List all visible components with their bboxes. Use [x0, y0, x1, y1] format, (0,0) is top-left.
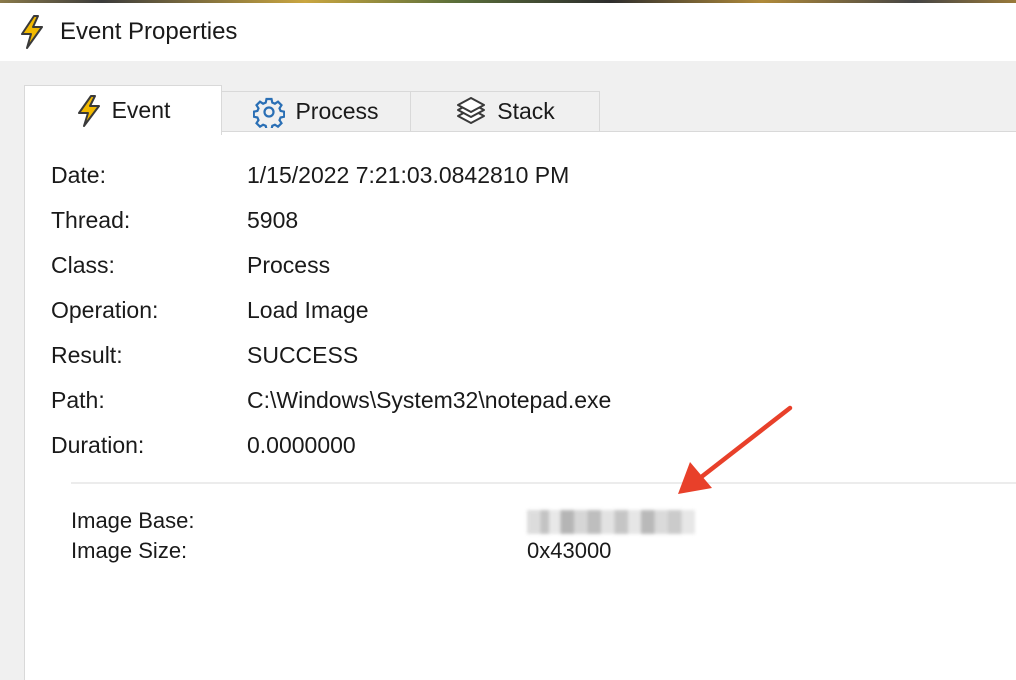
field-value[interactable]: 0.0000000: [247, 432, 356, 459]
title-bar[interactable]: Event Properties: [0, 3, 1016, 61]
field-value[interactable]: Process: [247, 252, 330, 279]
field-value[interactable]: 5908: [247, 207, 298, 234]
event-properties-window: Event Properties Event Process Stack Dat…: [0, 3, 1016, 680]
field-value[interactable]: SUCCESS: [247, 342, 358, 369]
tab-process-label: Process: [295, 98, 379, 124]
lightning-bolt-icon: [77, 94, 100, 127]
window-title: Event Properties: [60, 18, 238, 45]
tab-stack[interactable]: Stack: [410, 91, 600, 131]
dialog-body: Event Process Stack Date: 1/15/2022 7:21…: [0, 61, 1016, 680]
field-label: Date:: [51, 162, 106, 188]
field-value[interactable]: Load Image: [247, 297, 368, 324]
gear-icon: [253, 97, 286, 128]
field-label: Class:: [51, 252, 115, 278]
redaction-blur: [527, 510, 695, 534]
annotation-arrow: [678, 405, 793, 494]
tab-strip: Event Process Stack: [24, 85, 1016, 135]
field-label: Thread:: [51, 207, 131, 233]
event-tab-panel: Date: 1/15/2022 7:21:03.0842810 PM Threa…: [24, 131, 1016, 680]
tab-event-label: Event: [111, 97, 171, 123]
field-label: Operation:: [51, 297, 159, 323]
tab-event[interactable]: Event: [24, 85, 222, 135]
field-value[interactable]: C:\Windows\System32\notepad.exe: [247, 387, 611, 414]
detail-label: Image Size:: [71, 538, 188, 563]
detail-value[interactable]: 0x43000: [527, 538, 611, 564]
detail-label: Image Base:: [71, 508, 195, 533]
field-label: Path:: [51, 387, 105, 413]
redacted-value[interactable]: [527, 508, 695, 540]
lightning-bolt-icon: [21, 15, 43, 49]
section-divider: [71, 482, 1016, 484]
field-value[interactable]: 1/15/2022 7:21:03.0842810 PM: [247, 162, 569, 189]
field-label: Result:: [51, 342, 123, 368]
tab-process[interactable]: Process: [221, 91, 411, 131]
stack-layers-icon: [457, 96, 486, 124]
field-label: Duration:: [51, 432, 145, 458]
tab-stack-label: Stack: [497, 98, 555, 124]
